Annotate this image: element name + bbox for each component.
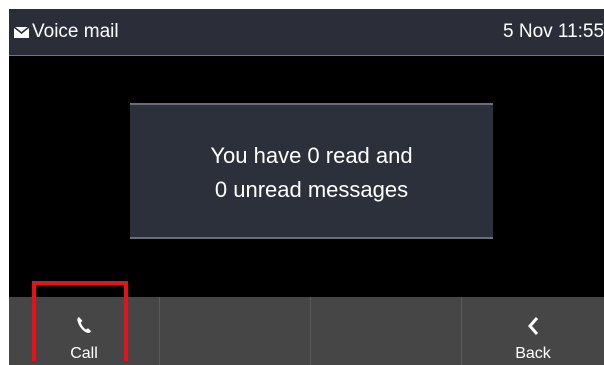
voicemail-status-dialog: You have 0 read and 0 unread messages (130, 103, 493, 239)
softkey-bar: Call Back (9, 297, 604, 365)
page-title: Voice mail (32, 21, 119, 42)
chevron-left-icon (528, 317, 539, 335)
call-softkey-label: Call (70, 345, 98, 362)
back-softkey[interactable]: Back (462, 297, 604, 365)
title-bar: Voice mail 5 Nov 11:55 (9, 9, 604, 56)
back-softkey-label: Back (515, 345, 551, 362)
call-softkey[interactable]: Call (9, 297, 160, 365)
phone-screen: Voice mail 5 Nov 11:55 You have 0 read a… (9, 9, 604, 365)
date-time: 5 Nov 11:55 (503, 21, 604, 42)
envelope-icon (14, 27, 29, 38)
empty-softkey-3[interactable] (311, 297, 462, 365)
message-line-1: You have 0 read and (210, 143, 413, 168)
phone-handset-icon (77, 317, 91, 334)
empty-softkey-2[interactable] (160, 297, 311, 365)
message-line-2: 0 unread messages (214, 177, 409, 202)
